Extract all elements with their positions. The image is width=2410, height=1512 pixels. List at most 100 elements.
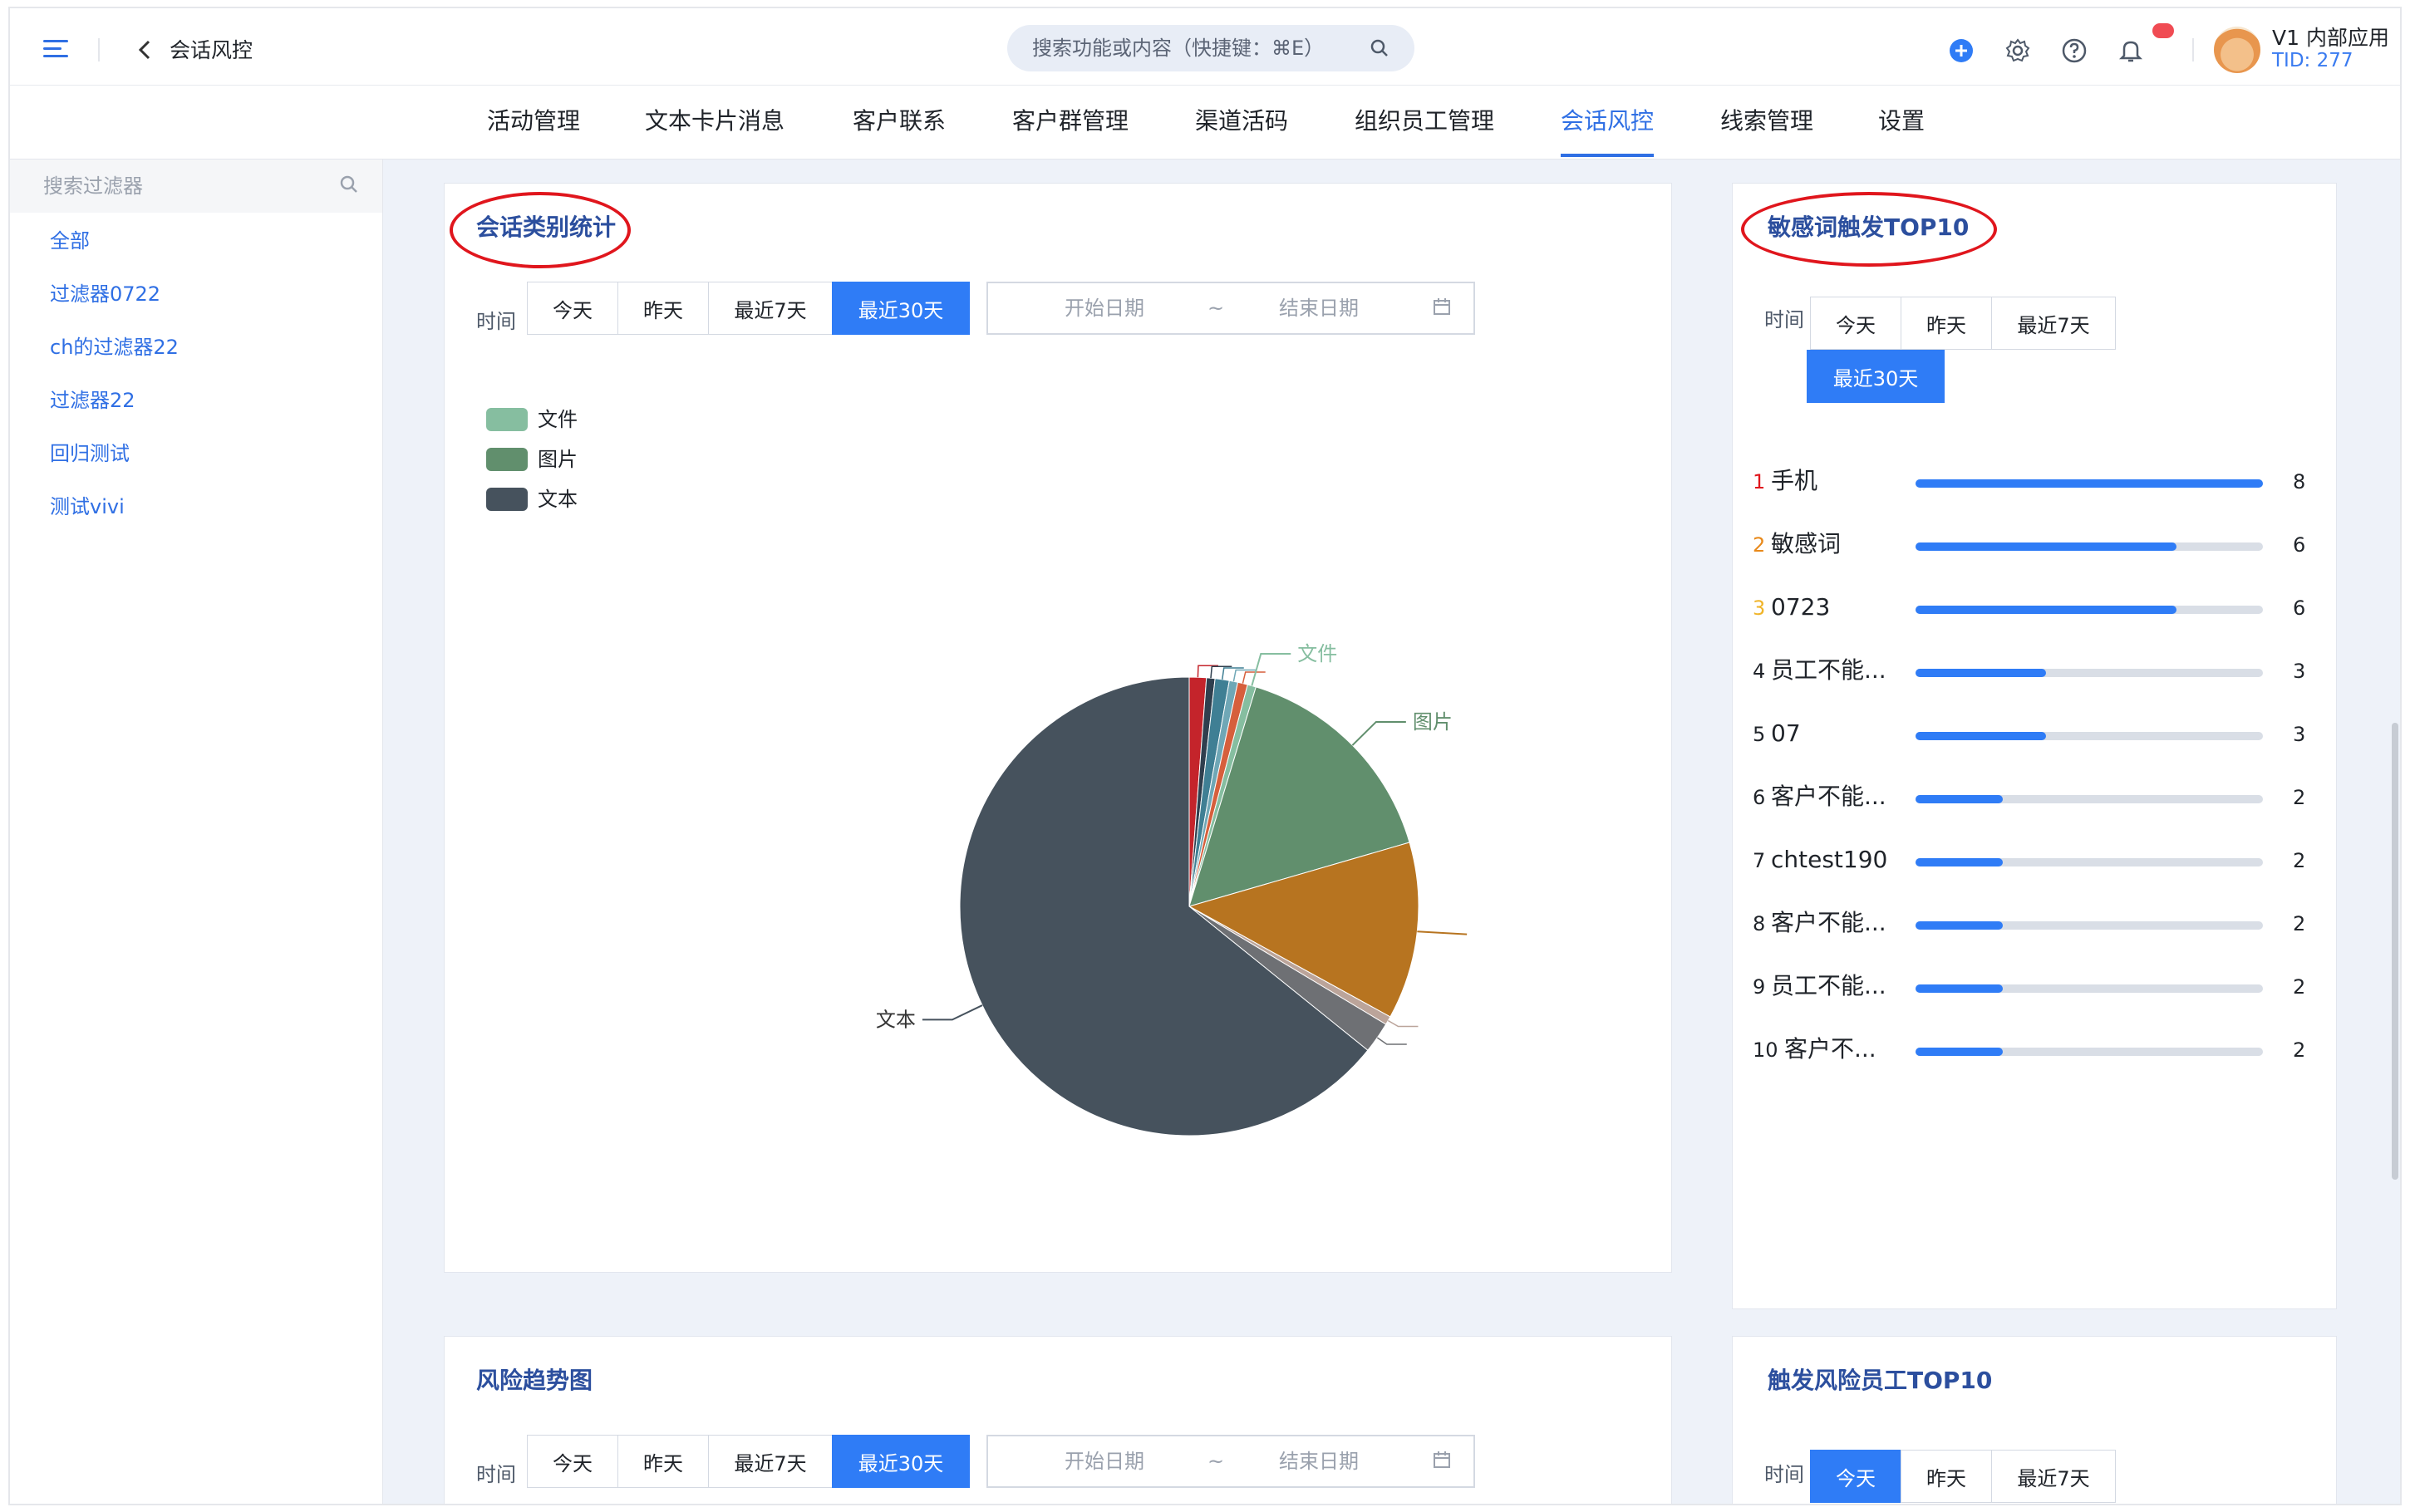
- top-bar: 会话风控 搜索功能或内容（快捷键：⌘E） V1 内部应用 TID: 277: [10, 8, 2400, 86]
- risk-employee-card: 触发风险员工TOP10 时间 今天 昨天 最近7天: [1732, 1336, 2337, 1504]
- search-icon[interactable]: [339, 174, 359, 194]
- rank-value: 6: [2293, 596, 2306, 620]
- session-category-card: 会话类别统计 时间 今天 昨天 最近7天 最近30天 开始日期 ~ 结束日期 文…: [444, 183, 1672, 1273]
- sidebar-item-filter22[interactable]: 过滤器22: [50, 389, 135, 412]
- sidebar-item-filter0722[interactable]: 过滤器0722: [50, 282, 160, 306]
- filter-yesterday-button[interactable]: 昨天: [1901, 1450, 1992, 1503]
- filter-search-placeholder: 搜索过滤器: [43, 174, 143, 198]
- tab-activity[interactable]: 活动管理: [487, 107, 580, 135]
- ranking-row: 5 07 3: [1753, 717, 2305, 750]
- rank-bar-fill: [1916, 732, 2046, 740]
- rank-label: 客户不能...: [1771, 783, 1886, 810]
- search-placeholder: 搜索功能或内容（快捷键：⌘E）: [1032, 37, 1325, 60]
- tab-customer-group[interactable]: 客户群管理: [1012, 107, 1129, 135]
- filter-last7-button[interactable]: 最近7天: [1991, 1450, 2116, 1503]
- date-range-picker[interactable]: 开始日期 ~ 结束日期: [986, 1435, 1475, 1488]
- rank-label: 0723: [1771, 593, 1831, 621]
- rank-bar-fill: [1916, 858, 2003, 866]
- rank-number: 10: [1753, 1038, 1778, 1062]
- risk-trend-card: 风险趋势图 时间 今天 昨天 最近7天 最近30天 开始日期 ~ 结束日期: [444, 1336, 1672, 1504]
- filter-today-button[interactable]: 今天: [1810, 1450, 1901, 1503]
- add-icon[interactable]: [1948, 37, 1975, 64]
- rank-number: 1: [1753, 470, 1766, 493]
- app-name: V1 内部应用: [2272, 26, 2389, 50]
- time-label: 时间: [1764, 308, 1804, 331]
- filter-yesterday-button[interactable]: 昨天: [617, 1435, 709, 1488]
- rank-bar-track: [1916, 1048, 2263, 1056]
- rank-value: 3: [2293, 660, 2306, 683]
- tab-leads[interactable]: 线索管理: [1720, 107, 1813, 135]
- filter-last7-button[interactable]: 最近7天: [708, 1435, 833, 1488]
- rank-number: 5: [1753, 723, 1766, 746]
- rank-label: 手机: [1771, 467, 1818, 494]
- pie-callout-line: [1251, 652, 1291, 686]
- rank-label: 客户不能...: [1771, 909, 1886, 936]
- active-tab-indicator: [1561, 154, 1654, 157]
- range-separator: ~: [1207, 1450, 1225, 1473]
- annotation-circle: [1741, 192, 1997, 267]
- filter-today-button[interactable]: 今天: [527, 1435, 618, 1488]
- main-nav: 活动管理 文本卡片消息 客户联系 客户群管理 渠道活码 组织员工管理 会话风控 …: [10, 86, 2400, 160]
- time-label: 时间: [1764, 1463, 1804, 1486]
- rank-bar-fill: [1916, 795, 2003, 803]
- rank-bar-track: [1916, 606, 2263, 614]
- search-icon[interactable]: [1370, 38, 1389, 58]
- tab-customer-contact[interactable]: 客户联系: [853, 107, 946, 135]
- sidebar-item-ch-filter22[interactable]: ch的过滤器22: [50, 336, 179, 359]
- avatar[interactable]: [2214, 27, 2260, 73]
- rank-value: 2: [2293, 786, 2306, 809]
- filter-search-input[interactable]: 搜索过滤器: [10, 160, 382, 213]
- rank-value: 3: [2293, 723, 2306, 746]
- pie-callout-line: [922, 1004, 983, 1021]
- tab-text-card[interactable]: 文本卡片消息: [645, 107, 784, 135]
- start-date-input[interactable]: 开始日期: [1065, 1450, 1144, 1473]
- rank-number: 2: [1753, 533, 1766, 557]
- rank-bar-track: [1916, 669, 2263, 677]
- time-segment: 今天 昨天 最近7天: [1810, 1450, 2116, 1503]
- rank-bar-track: [1916, 795, 2263, 803]
- filter-last7-button[interactable]: 最近7天: [1991, 297, 2116, 350]
- pie-callout-label: 图片: [1413, 710, 1453, 734]
- rank-number: 9: [1753, 975, 1766, 999]
- tab-session-risk[interactable]: 会话风控: [1561, 107, 1654, 135]
- filter-last30-button[interactable]: 最近30天: [1807, 350, 1945, 403]
- global-search-input[interactable]: 搜索功能或内容（快捷键：⌘E）: [1007, 25, 1414, 71]
- rank-bar-fill: [1916, 542, 2176, 551]
- back-arrow-icon[interactable]: [136, 38, 155, 66]
- scrollbar[interactable]: [2392, 723, 2398, 1180]
- gear-icon[interactable]: [2004, 37, 2031, 64]
- rank-bar-fill: [1916, 984, 2003, 993]
- rank-value: 2: [2293, 912, 2306, 935]
- rank-value: 2: [2293, 975, 2306, 999]
- ranking-row: 7 chtest190 2: [1753, 843, 2305, 876]
- rank-bar-fill: [1916, 606, 2176, 614]
- sidebar-item-vivi[interactable]: 测试vivi: [50, 495, 125, 518]
- filter-sidebar: 搜索过滤器 全部 过滤器0722 ch的过滤器22 过滤器22 回归测试 测试v…: [10, 160, 383, 1504]
- rank-label: 07: [1771, 719, 1801, 747]
- rank-number: 4: [1753, 660, 1766, 683]
- sidebar-item-all[interactable]: 全部: [50, 229, 90, 253]
- tab-settings[interactable]: 设置: [1878, 107, 1925, 135]
- filter-last30-button[interactable]: 最近30天: [832, 1435, 970, 1488]
- rank-bar-track: [1916, 732, 2263, 740]
- rank-label: 员工不能...: [1771, 656, 1886, 684]
- sidebar-item-regression[interactable]: 回归测试: [50, 442, 130, 465]
- ranking-row: 3 0723 6: [1753, 591, 2305, 624]
- end-date-input[interactable]: 结束日期: [1279, 1450, 1359, 1473]
- pie-callout-line: [1197, 665, 1218, 678]
- rank-label: 员工不能...: [1771, 972, 1886, 999]
- filter-today-button[interactable]: 今天: [1810, 297, 1901, 350]
- card-title: 触发风险员工TOP10: [1768, 1367, 1993, 1394]
- rank-bar-fill: [1916, 1048, 2003, 1056]
- breadcrumb: 会话风控: [170, 38, 253, 62]
- tab-org-staff[interactable]: 组织员工管理: [1355, 107, 1494, 135]
- help-icon[interactable]: [2061, 37, 2088, 64]
- bell-icon[interactable]: [2117, 37, 2144, 64]
- filter-yesterday-button[interactable]: 昨天: [1901, 297, 1992, 350]
- rank-number: 6: [1753, 786, 1766, 809]
- tab-channel-code[interactable]: 渠道活码: [1195, 107, 1288, 135]
- rank-value: 8: [2293, 470, 2306, 493]
- rank-bar-fill: [1916, 669, 2046, 677]
- calendar-icon[interactable]: [1432, 1450, 1452, 1470]
- menu-icon[interactable]: [43, 40, 68, 58]
